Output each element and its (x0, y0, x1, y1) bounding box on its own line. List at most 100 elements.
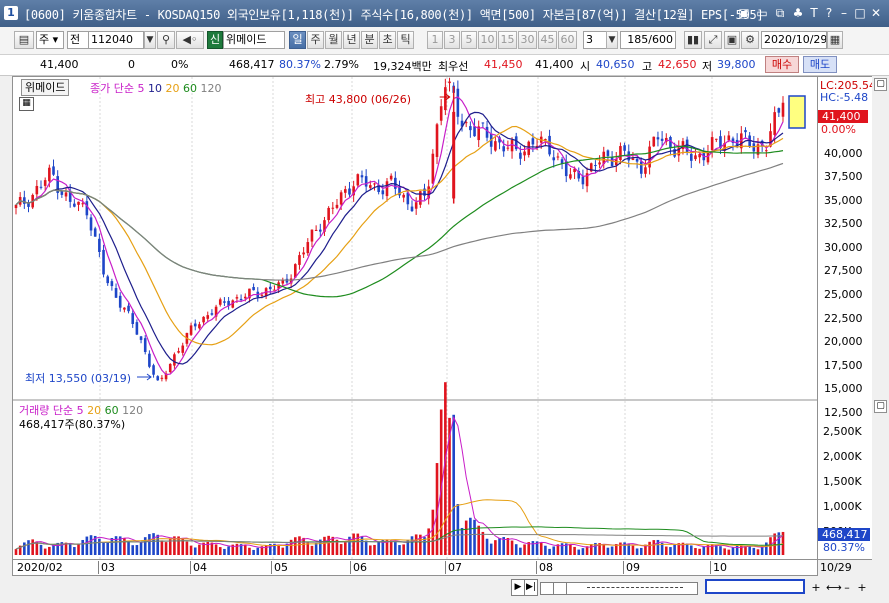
period-tab[interactable]: 초 (379, 31, 396, 49)
scroll-start-icon[interactable] (553, 582, 567, 595)
scroll-end-icon[interactable]: ▶| (524, 579, 538, 596)
stock-tag[interactable]: 위메이드 (21, 79, 70, 96)
custom-interval-input[interactable]: 3 (583, 31, 607, 49)
candle-body (102, 249, 105, 275)
period-tab[interactable]: 틱 (397, 31, 414, 49)
period-select[interactable]: 주 ▾ (36, 31, 64, 49)
volume-bar (773, 533, 776, 555)
volume-bar (389, 540, 393, 555)
best-bid-label: 최우선 (438, 60, 469, 73)
horizontal-scroll-track[interactable] (566, 582, 698, 595)
interval-button[interactable]: 5 (461, 31, 477, 49)
panel-max-icon[interactable]: ▢ (874, 78, 887, 91)
y-axis: LC:205.54 HC:-5.48 41,400 0.00% 40,000 37… (818, 76, 876, 560)
period-tab[interactable]: 분 (361, 31, 378, 49)
zoom-in-icon[interactable]: + (810, 580, 822, 595)
interval-button[interactable]: 60 (558, 31, 577, 49)
sell-button[interactable]: 매도 (803, 56, 837, 73)
scroll-lock-icon[interactable]: ⟷ (826, 580, 842, 595)
interval-button[interactable]: 10 (478, 31, 497, 49)
candle-body (385, 181, 389, 197)
prev-button[interactable]: 전 (67, 31, 89, 49)
min-arrow (137, 373, 152, 381)
quote-info-row: 41,400 0 0% 468,417 80.37% 2.79% 19,324백… (0, 55, 889, 76)
volume-bar (514, 544, 518, 555)
window-list-icon[interactable]: ▭ (755, 6, 769, 20)
period-tab[interactable]: 일 (289, 31, 306, 49)
candle-body (606, 150, 610, 156)
hc-label: HC:-5.48 (820, 91, 869, 104)
minimize-icon[interactable]: – (837, 6, 851, 20)
candle-body (556, 156, 560, 158)
draw-tool-icon[interactable]: ⤢ (704, 31, 722, 49)
volume-bar (193, 547, 197, 555)
text-icon[interactable]: T (807, 6, 821, 20)
zoom-reset-icon[interactable]: + (856, 580, 868, 595)
date-input[interactable]: 2020/10/29 (761, 31, 827, 49)
settings-icon[interactable]: ⚙ (741, 31, 759, 49)
candle-body (152, 365, 155, 375)
volume-bar (27, 540, 30, 555)
search-icon[interactable]: ⚲ (157, 31, 175, 49)
scroll-left-icon[interactable] (540, 582, 554, 595)
best-bid-value: 41,450 (484, 58, 523, 71)
sound-icon[interactable]: ◀◦ (176, 31, 204, 49)
interval-button[interactable]: 15 (498, 31, 517, 49)
scroll-right-icon[interactable]: ▶ (511, 579, 525, 596)
candle-body (173, 354, 176, 366)
candle-body (644, 167, 647, 174)
interval-button[interactable]: 30 (518, 31, 537, 49)
candle-body (181, 345, 185, 353)
candle-type-icon[interactable]: ▮▮ (684, 31, 702, 49)
left-strip (0, 76, 12, 576)
volume-bar (464, 520, 468, 555)
interval-button[interactable]: 1 (427, 31, 443, 49)
zoom-out-icon[interactable]: – (841, 580, 853, 595)
volume-bar (127, 541, 130, 555)
volume-y-tick: 1,000K (823, 500, 862, 513)
save-icon[interactable]: ▣ (724, 31, 740, 49)
candle-body (85, 201, 89, 216)
candle-body (339, 192, 343, 205)
change-value: 0 (128, 58, 135, 71)
chart-area[interactable]: 위메이드 종가 단순 5 10 20 60 120 ▦ 최고 43,800 (0… (12, 76, 818, 560)
candle-body (469, 126, 472, 131)
chart-layout-icon[interactable]: ▤ (14, 31, 34, 49)
volume-bar (631, 545, 635, 555)
interval-button[interactable]: 3 (444, 31, 460, 49)
volume-y-tick: 1,500K (823, 475, 862, 488)
code-dropdown-icon[interactable]: ▼ (144, 31, 156, 49)
candle-body (689, 153, 693, 161)
volume-panel-max-icon[interactable]: ▢ (874, 400, 887, 413)
candle-body (139, 336, 143, 340)
help-icon[interactable]: ? (822, 6, 836, 20)
candle-body (727, 135, 731, 141)
volume-bar (398, 545, 401, 555)
maximize-icon[interactable]: □ (853, 6, 867, 20)
candle-body (681, 141, 685, 149)
volume-bar (198, 544, 201, 555)
volume-bar (577, 549, 581, 555)
interval-dropdown-icon[interactable]: ▼ (606, 31, 618, 49)
period-tab[interactable]: 년 (343, 31, 360, 49)
screen-link-icon[interactable]: ▣ (737, 6, 751, 20)
volume-bar (331, 536, 335, 555)
window-copy-icon[interactable]: ⧉ (773, 6, 787, 20)
close-icon[interactable]: ✕ (869, 6, 883, 20)
volume-bar (102, 543, 105, 555)
calendar-icon[interactable]: ▦ (827, 31, 843, 49)
buy-button[interactable]: 매수 (765, 56, 799, 73)
favorite-icon[interactable]: ♣ (791, 6, 805, 20)
volume-bar (152, 533, 155, 555)
period-tab[interactable]: 주 (307, 31, 324, 49)
candle-body (444, 87, 447, 111)
stock-code-input[interactable]: 112040 (88, 31, 144, 49)
price-y-tick: 25,000 (824, 288, 863, 301)
grid-toggle-icon[interactable]: ▦ (19, 97, 34, 111)
candle-body (27, 203, 30, 207)
volume-bar (344, 541, 347, 555)
volume-bar (369, 545, 372, 555)
range-selector[interactable] (705, 579, 805, 594)
period-tab[interactable]: 월 (325, 31, 342, 49)
interval-button[interactable]: 45 (538, 31, 557, 49)
